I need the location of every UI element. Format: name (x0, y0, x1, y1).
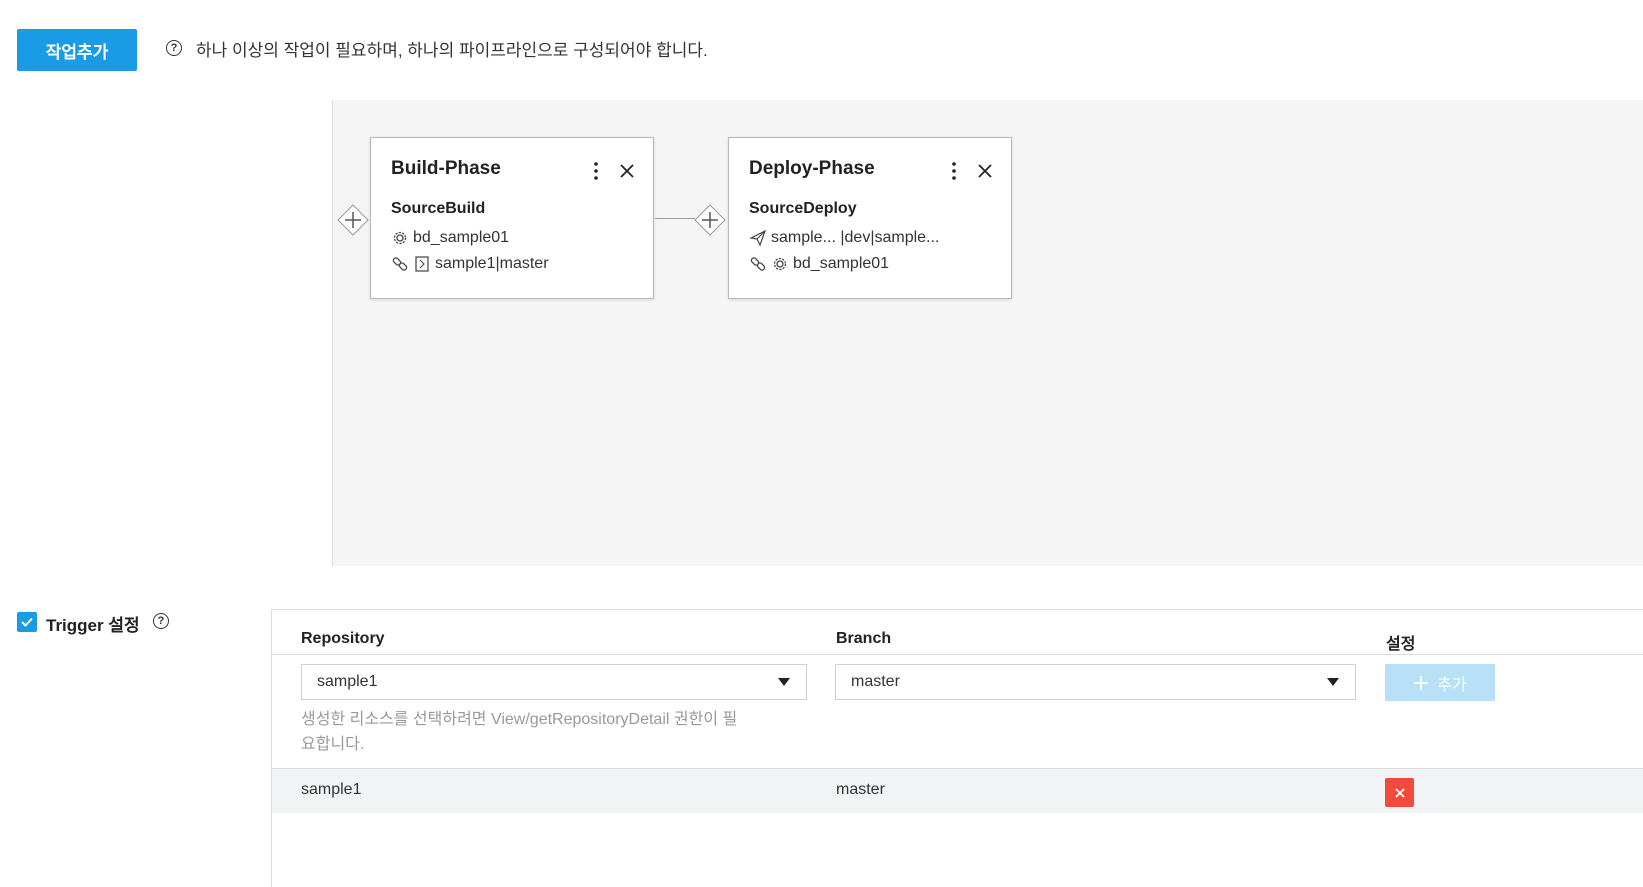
permission-hint: 생성한 리소스를 선택하려면 View/getRepositoryDetail … (301, 711, 738, 753)
deploy-target-text: sample... |dev|sample... (771, 229, 940, 246)
add-trigger-button[interactable]: 추가 (1385, 664, 1495, 701)
chevron-down-icon (1327, 678, 1339, 686)
chevron-down-icon (778, 678, 790, 686)
pipeline-canvas: Build-Phase SourceBuild bd_sample01 samp… (332, 100, 1643, 566)
header-divider (272, 654, 1643, 655)
trigger-label: Trigger 설정 (46, 616, 140, 635)
phase-card-build[interactable]: Build-Phase SourceBuild bd_sample01 samp… (370, 137, 654, 299)
job-name[interactable]: SourceBuild (391, 200, 485, 218)
send-icon (749, 229, 767, 247)
branch-select-value: master (851, 673, 900, 690)
job-detail-row: sample1|master (391, 253, 549, 275)
job-detail-row: bd_sample01 (391, 227, 509, 249)
check-icon (21, 617, 33, 627)
link-icon (750, 257, 766, 271)
column-header-branch: Branch (836, 630, 892, 647)
add-job-button[interactable]: 작업추가 (17, 29, 137, 71)
add-phase-before-build-icon[interactable] (337, 204, 369, 236)
phase-title: Build-Phase (391, 158, 501, 179)
gear-icon (773, 257, 787, 271)
table-row (272, 769, 1643, 813)
build-name-text: bd_sample01 (793, 255, 890, 272)
pipeline-help-text: 하나 이상의 작업이 필요하며, 하나의 파이프라인으로 구성되어야 합니다. (196, 41, 708, 60)
repository-select-value: sample1 (317, 673, 378, 690)
trigger-table: Repository Branch 설정 sample1 생성한 리소스를 선택… (271, 609, 1643, 887)
plus-icon (1414, 675, 1429, 690)
row-repository: sample1 (301, 781, 362, 798)
repository-icon (415, 256, 429, 272)
job-detail-row: bd_sample01 (749, 253, 889, 275)
help-icon[interactable]: ? (153, 613, 169, 629)
phase-card-deploy[interactable]: Deploy-Phase SourceDeploy sample... |dev… (728, 137, 1012, 299)
gear-icon (393, 231, 407, 245)
column-header-settings: 설정 (1386, 636, 1416, 653)
repository-select[interactable]: sample1 (301, 664, 807, 700)
more-menu-icon[interactable] (945, 160, 963, 182)
phase-title: Deploy-Phase (749, 158, 875, 179)
help-icon[interactable]: ? (166, 40, 182, 56)
close-icon[interactable] (617, 160, 637, 182)
repository-branch-text: sample1|master (435, 255, 549, 272)
trigger-checkbox[interactable] (17, 612, 37, 632)
build-name-text: bd_sample01 (413, 229, 510, 246)
column-header-repository: Repository (301, 630, 385, 647)
phase-connector (655, 218, 695, 219)
add-phase-between-icon[interactable] (694, 204, 726, 236)
close-icon (1394, 787, 1405, 798)
job-name[interactable]: SourceDeploy (749, 200, 857, 218)
branch-select[interactable]: master (835, 664, 1356, 700)
close-icon[interactable] (975, 160, 995, 182)
job-detail-row: sample... |dev|sample... (749, 227, 939, 249)
more-menu-icon[interactable] (587, 160, 605, 182)
link-icon (392, 257, 408, 271)
delete-row-button[interactable] (1385, 778, 1414, 807)
row-branch: master (836, 781, 885, 798)
